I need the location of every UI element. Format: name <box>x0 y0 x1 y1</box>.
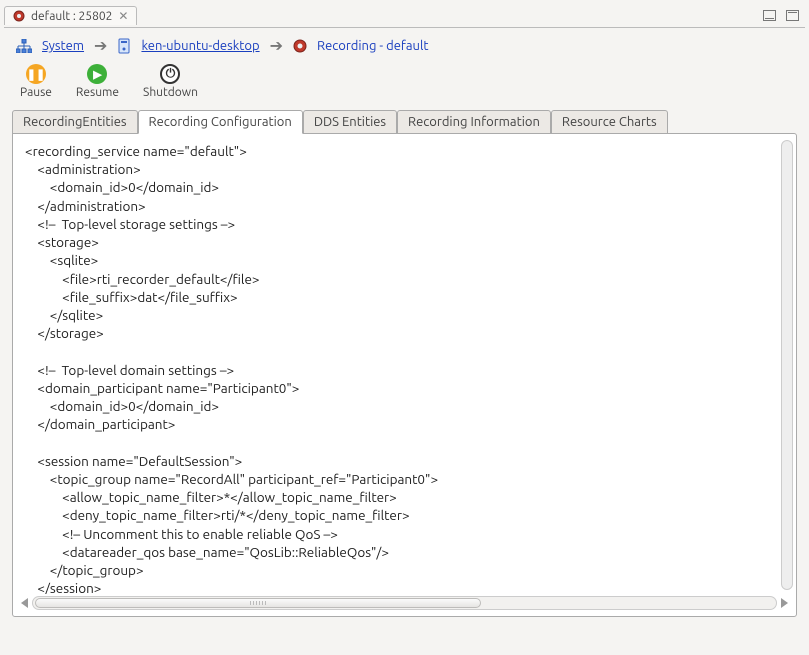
pause-icon: ❚❚ <box>26 64 46 84</box>
content-pane: <recording_service name="default"> <admi… <box>12 133 797 617</box>
host-icon <box>117 38 131 54</box>
resume-button[interactable]: ▶ Resume <box>76 64 119 99</box>
tab-recording-configuration[interactable]: Recording Configuration <box>138 110 303 134</box>
scroll-left-icon[interactable] <box>21 598 28 608</box>
breadcrumb-system-link[interactable]: System <box>42 39 84 53</box>
horizontal-scrollbar-container <box>15 594 794 614</box>
content-tab-bar: RecordingEntities Recording Configuratio… <box>4 109 805 133</box>
tab-resource-charts[interactable]: Resource Charts <box>551 110 668 134</box>
xml-config-text[interactable]: <recording_service name="default"> <admi… <box>15 138 794 594</box>
breadcrumb-recording-label: Recording - default <box>317 39 429 53</box>
window-tab-bar: default : 25802 ✕ <box>4 4 805 28</box>
pause-button[interactable]: ❚❚ Pause <box>20 64 52 99</box>
window-tab-title: default : 25802 <box>31 10 112 23</box>
minimize-icon[interactable] <box>763 10 776 21</box>
vertical-scrollbar[interactable] <box>781 140 793 590</box>
tab-dds-entities[interactable]: DDS Entities <box>303 110 397 134</box>
system-tree-icon <box>16 39 32 53</box>
maximize-icon[interactable] <box>786 10 799 21</box>
tab-recording-entities[interactable]: RecordingEntities <box>12 110 138 134</box>
recording-service-icon <box>293 39 307 53</box>
horizontal-scrollbar[interactable] <box>32 596 777 610</box>
shutdown-label: Shutdown <box>143 86 198 99</box>
resume-icon: ▶ <box>87 64 107 84</box>
horizontal-scrollbar-thumb[interactable] <box>35 598 481 608</box>
breadcrumb-host-link[interactable]: ken-ubuntu-desktop <box>141 39 259 53</box>
recording-dot-icon <box>13 10 25 22</box>
tab-recording-information[interactable]: Recording Information <box>397 110 551 134</box>
breadcrumb: System ➔ ken-ubuntu-desktop ➔ Recording … <box>4 28 805 60</box>
action-toolbar: ❚❚ Pause ▶ Resume ⏻ Shutdown <box>4 60 805 109</box>
shutdown-button[interactable]: ⏻ Shutdown <box>143 64 198 99</box>
window-controls <box>763 10 805 21</box>
resume-label: Resume <box>76 86 119 99</box>
shutdown-icon: ⏻ <box>160 64 180 84</box>
window-tab[interactable]: default : 25802 ✕ <box>4 6 137 25</box>
pause-label: Pause <box>20 86 52 99</box>
scroll-right-icon[interactable] <box>781 598 788 608</box>
close-tab-icon[interactable]: ✕ <box>118 9 128 23</box>
